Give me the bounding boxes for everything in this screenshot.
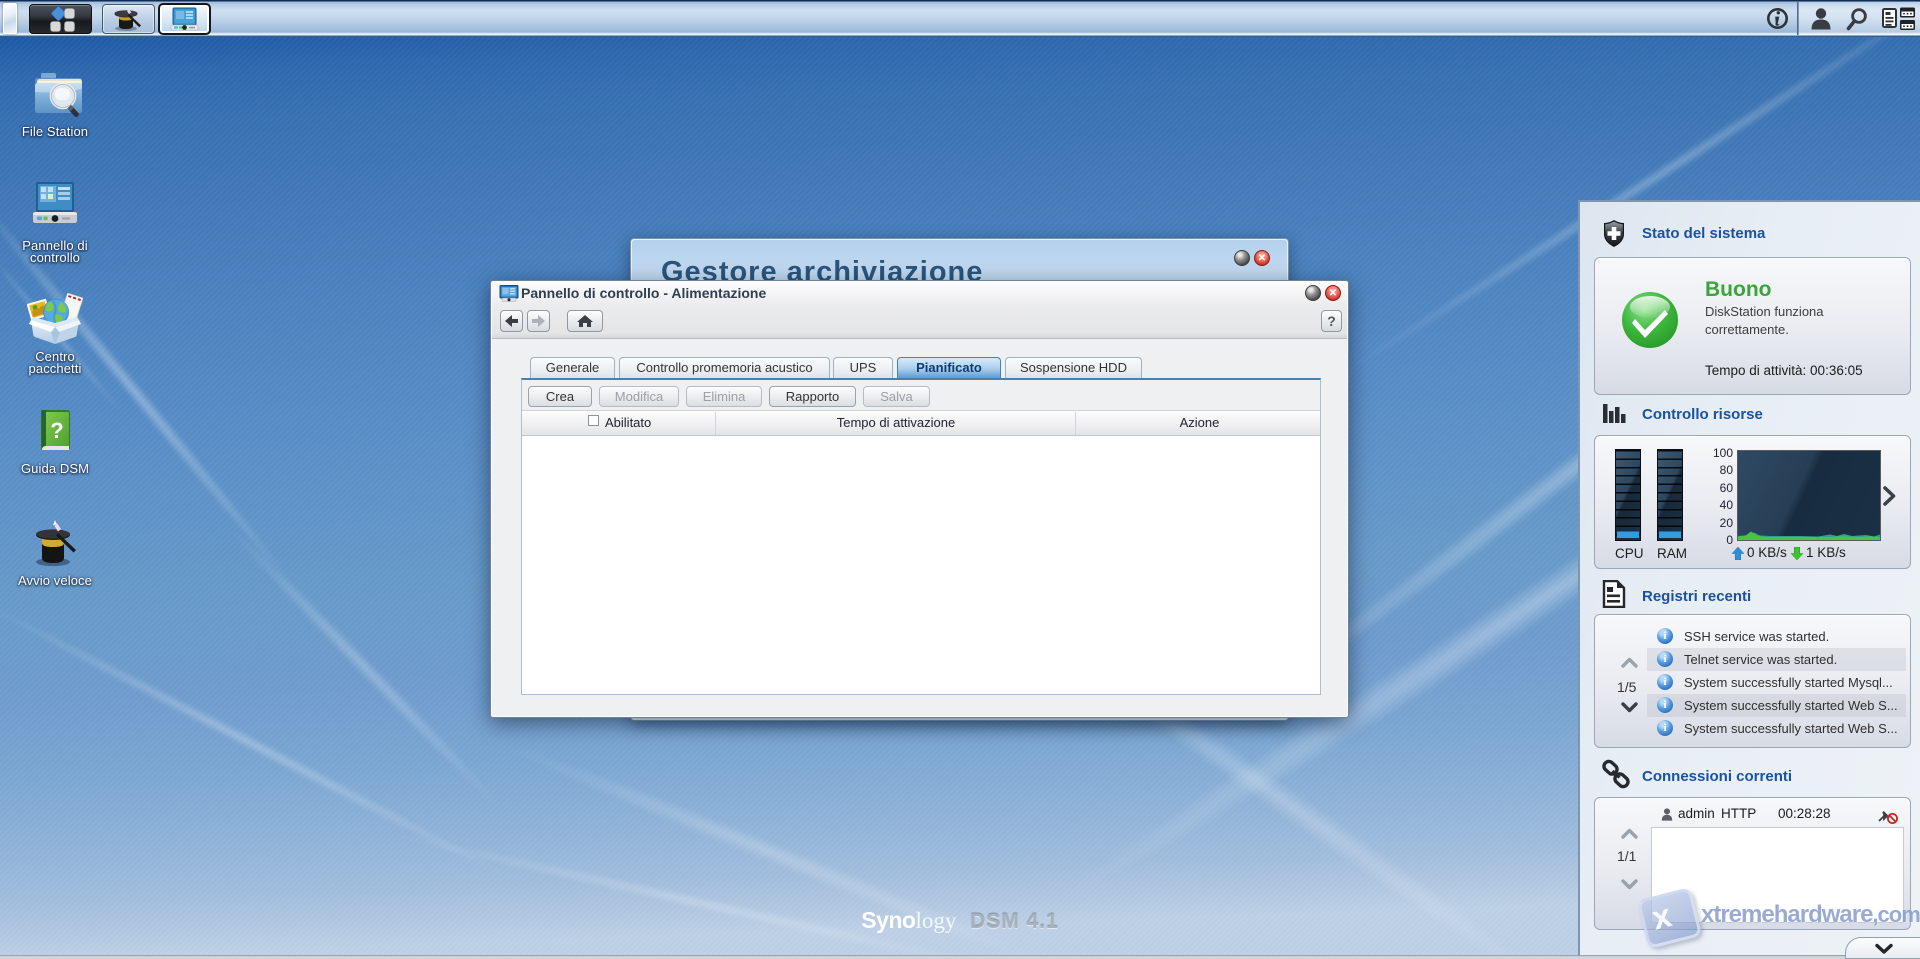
svg-text:?: ? <box>50 418 63 443</box>
